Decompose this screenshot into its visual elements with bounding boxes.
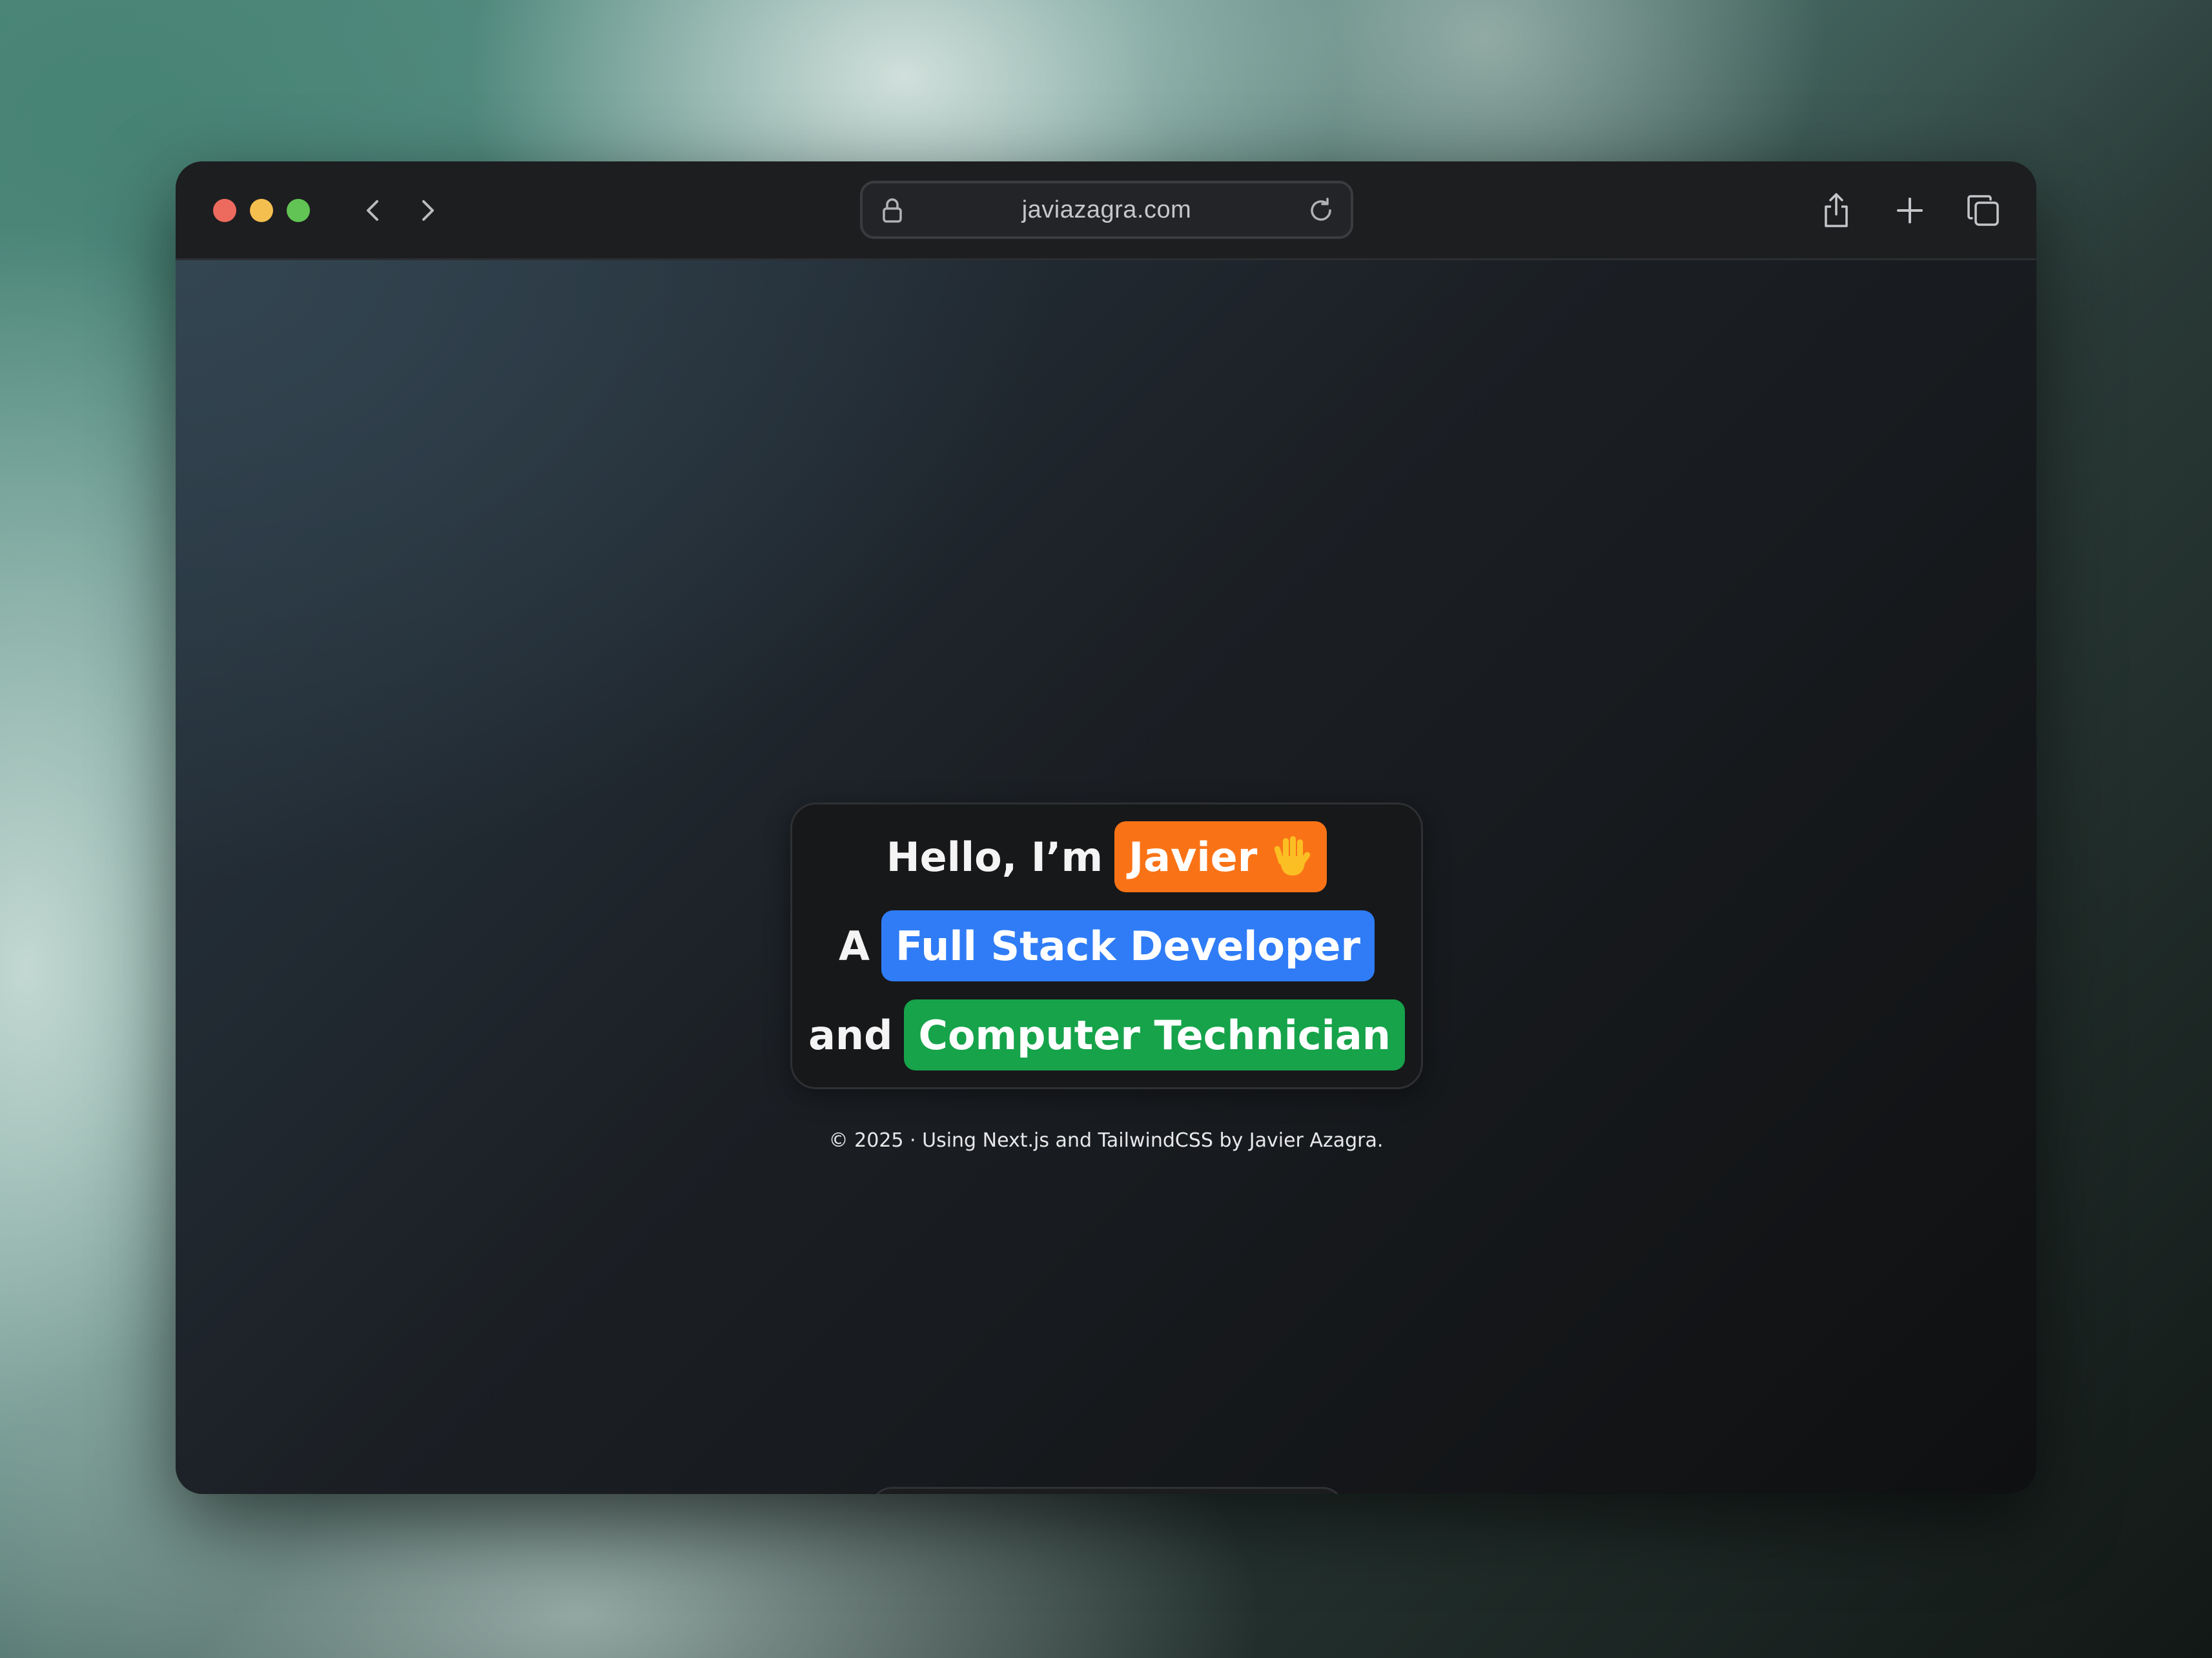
bottom-dock [870,1487,1344,1494]
share-icon [1825,193,1848,227]
name-highlight: Javier [1114,821,1327,892]
minimize-window-button[interactable] [250,199,273,222]
hero-greeting-line: Hello, I’m Javier [792,821,1421,892]
chevron-right-icon [422,200,434,221]
chevron-left-icon [367,200,378,221]
page-content: Hello, I’m Javier A Full Stack Developer [176,260,2036,1494]
share-button[interactable] [1816,190,1857,231]
hero-card: Hello, I’m Javier A Full Stack Developer [790,803,1423,1089]
hero-second-role-line: and Computer Technician [792,999,1421,1070]
name-text: Javier [1129,833,1258,881]
close-window-button[interactable] [213,199,236,222]
browser-window: javiazagra.com Hello, I’m Javier A Full … [176,161,2036,1494]
second-role-highlight: Computer Technician [904,999,1405,1070]
footer-copyright: © 2025 · Using Next.js and TailwindCSS b… [828,1129,1384,1152]
hero-role-line: A Full Stack Developer [792,910,1421,981]
tabs-overview-icon [1967,195,1999,226]
forward-button[interactable] [409,192,445,229]
url-text[interactable]: javiazagra.com [863,183,1351,236]
second-role-prefix-text: and [808,1011,893,1059]
greeting-text: Hello, I’m [886,833,1103,881]
role-prefix-text: A [838,922,870,970]
reload-icon[interactable] [1306,195,1336,226]
back-button[interactable] [355,192,391,229]
tabs-overview-button[interactable] [1963,190,2004,231]
maximize-window-button[interactable] [287,199,310,222]
plus-icon [1897,198,1923,223]
address-bar[interactable]: javiazagra.com [860,181,1353,239]
role-highlight: Full Stack Developer [881,910,1375,981]
waving-hand-icon [1275,836,1311,875]
browser-toolbar: javiazagra.com [176,161,2036,260]
new-tab-button[interactable] [1889,190,1930,231]
